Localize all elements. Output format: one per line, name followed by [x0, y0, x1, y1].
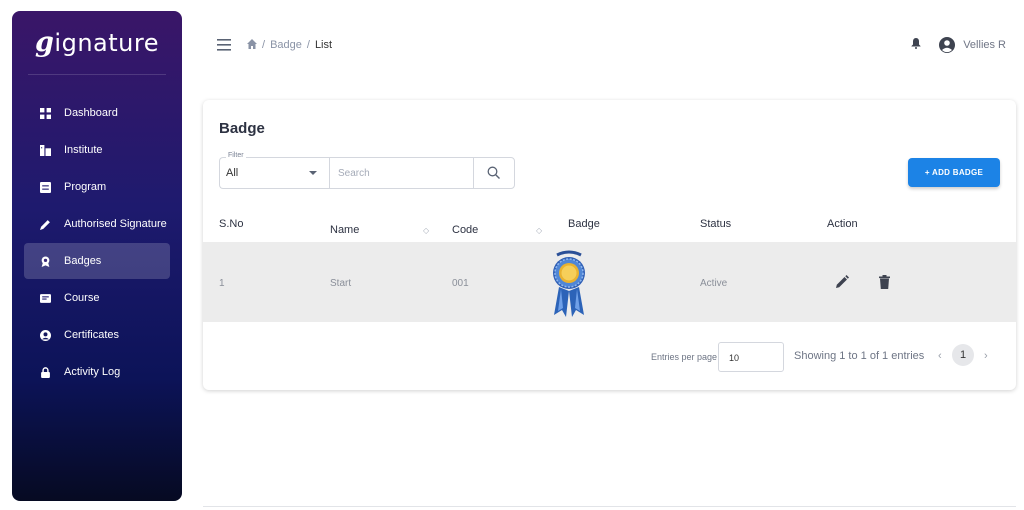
- sidebar-item-label: Authorised Signature: [64, 218, 167, 230]
- bell-icon[interactable]: [911, 36, 921, 54]
- certificate-icon: [38, 328, 52, 342]
- home-icon[interactable]: [247, 38, 257, 52]
- sidebar-item-dashboard[interactable]: Dashboard: [24, 95, 170, 131]
- table-header: S.No Name ◇ Code ◇ Badge Status Action: [203, 210, 1016, 240]
- sidebar-item-badges[interactable]: Badges: [24, 243, 170, 279]
- sidebar-item-label: Dashboard: [64, 107, 118, 119]
- course-icon: [38, 291, 52, 305]
- entries-per-page-select[interactable]: 10: [718, 342, 784, 372]
- search-field: [329, 157, 474, 189]
- column-header-status: Status: [700, 218, 732, 230]
- sidebar-item-label: Activity Log: [64, 366, 121, 378]
- sidebar-item-program[interactable]: Program: [24, 169, 170, 205]
- sidebar-item-institute[interactable]: Institute: [24, 132, 170, 168]
- pen-icon: [38, 217, 52, 231]
- user-name[interactable]: Vellies R: [963, 39, 1006, 51]
- entries-info: Showing 1 to 1 of 1 entries: [794, 350, 925, 362]
- breadcrumb-badge[interactable]: Badge: [270, 39, 302, 51]
- badge-icon: [38, 254, 52, 268]
- column-header-sno[interactable]: S.No: [219, 218, 243, 230]
- lock-icon: [38, 365, 52, 379]
- cell-name: Start: [330, 278, 352, 289]
- sidebar-item-label: Course: [64, 292, 100, 304]
- hamburger-menu-icon[interactable]: [217, 38, 233, 52]
- institute-icon: [38, 143, 52, 157]
- sidebar-nav: Dashboard Institute Program Authorised S…: [12, 95, 182, 390]
- sidebar-item-certificates[interactable]: Certificates: [24, 317, 170, 353]
- logo[interactable]: gignature: [28, 11, 166, 75]
- topbar: / Badge / List Vellies R: [203, 20, 1012, 70]
- user-avatar-icon[interactable]: [939, 37, 956, 53]
- divider: [203, 506, 1016, 507]
- cell-status: Active: [700, 278, 728, 289]
- chevron-down-icon: [309, 171, 317, 175]
- sidebar: gignature Dashboard Institute Program Au…: [12, 11, 182, 501]
- edit-icon[interactable]: [835, 275, 849, 292]
- sidebar-item-course[interactable]: Course: [24, 280, 170, 316]
- sidebar-item-label: Institute: [64, 144, 103, 156]
- page-title: Badge: [219, 120, 265, 137]
- breadcrumb: / Badge / List: [247, 38, 333, 52]
- breadcrumb-separator: /: [306, 39, 310, 51]
- column-header-badge: Badge: [568, 218, 600, 230]
- filter-value: All: [226, 167, 239, 179]
- column-header-name[interactable]: Name: [330, 224, 359, 236]
- badge-ribbon-image: [553, 250, 585, 317]
- filter-select[interactable]: Filter All: [219, 152, 329, 189]
- search-button[interactable]: [473, 157, 515, 189]
- sidebar-item-label: Certificates: [64, 329, 120, 341]
- topbar-user-area: Vellies R: [911, 36, 1006, 54]
- sidebar-item-label: Badges: [64, 255, 102, 267]
- entries-per-page-value: 10: [729, 353, 740, 363]
- filter-label: Filter: [226, 152, 246, 159]
- breadcrumb-separator: /: [262, 39, 266, 51]
- delete-icon[interactable]: [879, 275, 890, 292]
- sidebar-item-activity-log[interactable]: Activity Log: [24, 354, 170, 390]
- breadcrumb-list: List: [314, 39, 333, 51]
- table-footer: Entries per page 10 Showing 1 to 1 of 1 …: [203, 340, 1016, 374]
- pagination-prev-icon[interactable]: ‹: [938, 350, 942, 362]
- dashboard-icon: [38, 106, 52, 120]
- pagination-page-1[interactable]: 1: [952, 344, 974, 366]
- badge-list-card: Badge Filter All + ADD BADGE S.No Name ◇…: [203, 100, 1016, 390]
- logo-text: gignature: [35, 27, 159, 58]
- sidebar-item-label: Program: [64, 181, 107, 193]
- column-header-code[interactable]: Code: [452, 224, 478, 236]
- program-icon: [38, 180, 52, 194]
- cell-sno: 1: [219, 278, 225, 289]
- pagination-next-icon[interactable]: ›: [984, 350, 988, 362]
- sidebar-item-authorised-signature[interactable]: Authorised Signature: [24, 206, 170, 242]
- sort-icon[interactable]: ◇: [536, 226, 542, 235]
- add-badge-button[interactable]: + ADD BADGE: [908, 158, 1000, 187]
- search-icon: [487, 166, 500, 179]
- cell-code: 001: [452, 278, 469, 289]
- sort-icon[interactable]: ◇: [423, 226, 429, 235]
- table-row: 1 Start 001 Active: [203, 242, 1016, 322]
- column-header-action: Action: [827, 218, 858, 230]
- entries-per-page-label: Entries per page: [651, 352, 718, 362]
- search-input[interactable]: [330, 158, 473, 188]
